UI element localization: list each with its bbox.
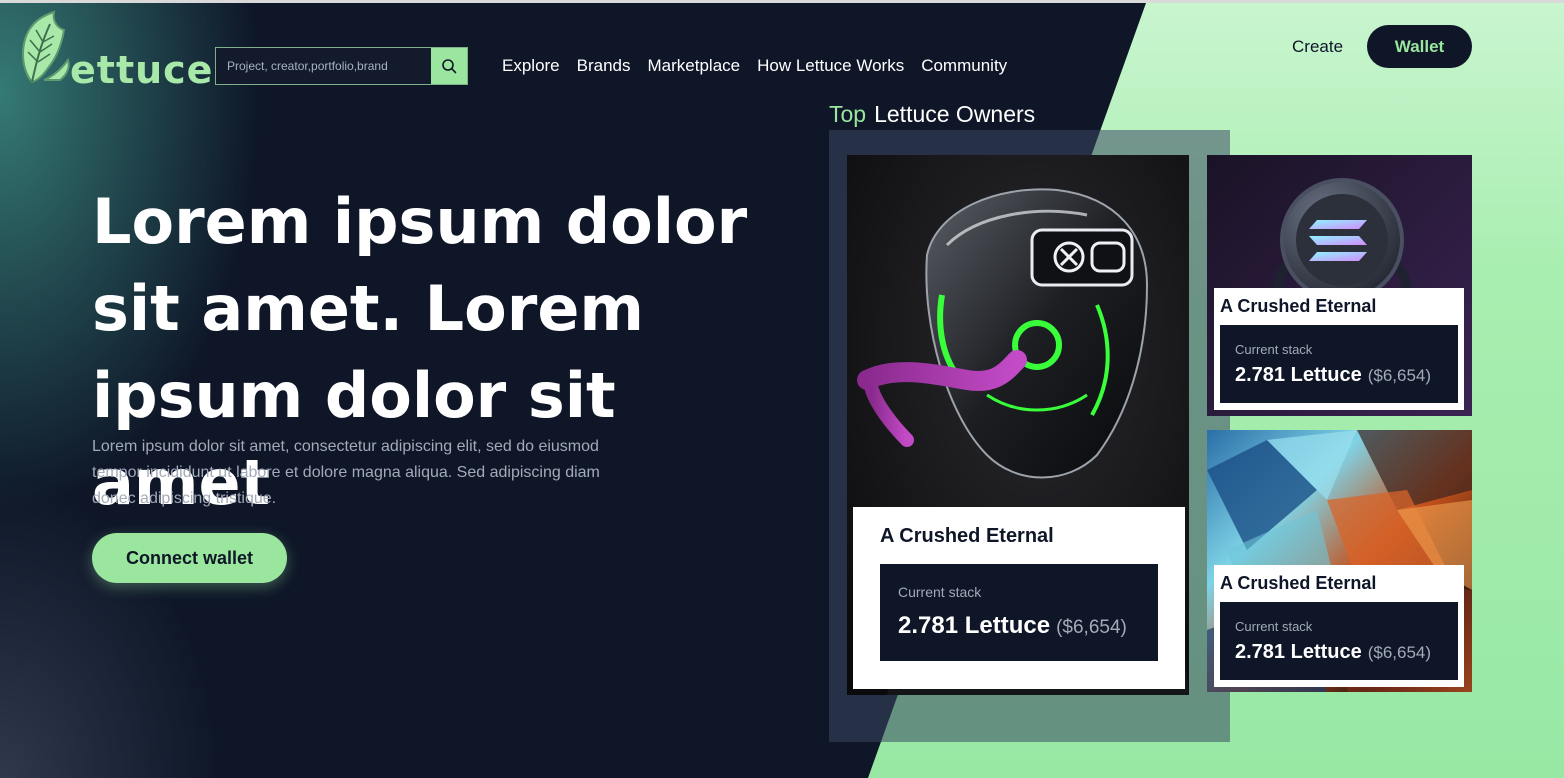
- search-button[interactable]: [431, 48, 467, 84]
- owner-card-info: A Crushed Eternal Current stack 2.781 Le…: [853, 507, 1185, 689]
- stack-usd: ($6,654): [1056, 617, 1127, 638]
- main-nav: Explore Brands Marketplace How Lettuce W…: [502, 56, 1007, 76]
- nav-community[interactable]: Community: [921, 56, 1007, 76]
- owner-card-featured[interactable]: A Crushed Eternal Current stack 2.781 Le…: [847, 155, 1189, 695]
- search-bar: [215, 47, 468, 85]
- owner-card-info: A Crushed Eternal Current stack 2.781 Le…: [1214, 565, 1464, 687]
- search-icon: [442, 59, 457, 74]
- owners-title-rest: Lettuce Owners: [874, 101, 1036, 127]
- logo-wordmark: ettuce: [70, 48, 214, 92]
- card-title: A Crushed Eternal: [880, 525, 1054, 547]
- current-stack-value: 2.781 Lettuce ($6,654): [1235, 641, 1431, 664]
- owner-card-2[interactable]: A Crushed Eternal Current stack 2.781 Le…: [1207, 155, 1472, 416]
- owners-title-highlight: Top: [829, 101, 867, 127]
- owner-card-3[interactable]: A Crushed Eternal Current stack 2.781 Le…: [1207, 430, 1472, 692]
- nav-brands[interactable]: Brands: [577, 56, 631, 76]
- current-stack-box: Current stack 2.781 Lettuce ($6,654): [880, 564, 1158, 661]
- current-stack-box: Current stack 2.781 Lettuce ($6,654): [1220, 325, 1458, 403]
- stack-amount: 2.781 Lettuce: [1235, 364, 1362, 386]
- owner-card-info: A Crushed Eternal Current stack 2.781 Le…: [1214, 288, 1464, 410]
- current-stack-value: 2.781 Lettuce ($6,654): [898, 612, 1127, 640]
- stack-usd: ($6,654): [1367, 366, 1432, 385]
- wallet-button[interactable]: Wallet: [1367, 25, 1472, 68]
- hero-description: Lorem ipsum dolor sit amet, consectetur …: [92, 438, 600, 507]
- lettuce-leaf-icon: [22, 10, 70, 84]
- nav-how-lettuce-works[interactable]: How Lettuce Works: [757, 56, 904, 76]
- current-stack-label: Current stack: [1235, 342, 1313, 357]
- card-title: A Crushed Eternal: [1220, 573, 1377, 593]
- search-input[interactable]: [216, 48, 431, 84]
- current-stack-label: Current stack: [1235, 619, 1313, 634]
- lettuce-logo[interactable]: ettuce: [18, 10, 212, 92]
- connect-wallet-button[interactable]: Connect wallet: [92, 533, 287, 583]
- stack-usd: ($6,654): [1367, 643, 1432, 662]
- stack-amount: 2.781 Lettuce: [898, 612, 1051, 639]
- stack-amount: 2.781 Lettuce: [1235, 641, 1362, 663]
- create-link[interactable]: Create: [1292, 37, 1343, 57]
- nav-explore[interactable]: Explore: [502, 56, 560, 76]
- top-owners-heading: Top Lettuce Owners: [829, 101, 1035, 128]
- current-stack-box: Current stack 2.781 Lettuce ($6,654): [1220, 602, 1458, 680]
- nav-marketplace[interactable]: Marketplace: [648, 56, 741, 76]
- current-stack-label: Current stack: [898, 584, 982, 600]
- current-stack-value: 2.781 Lettuce ($6,654): [1235, 364, 1431, 387]
- card-title: A Crushed Eternal: [1220, 296, 1377, 316]
